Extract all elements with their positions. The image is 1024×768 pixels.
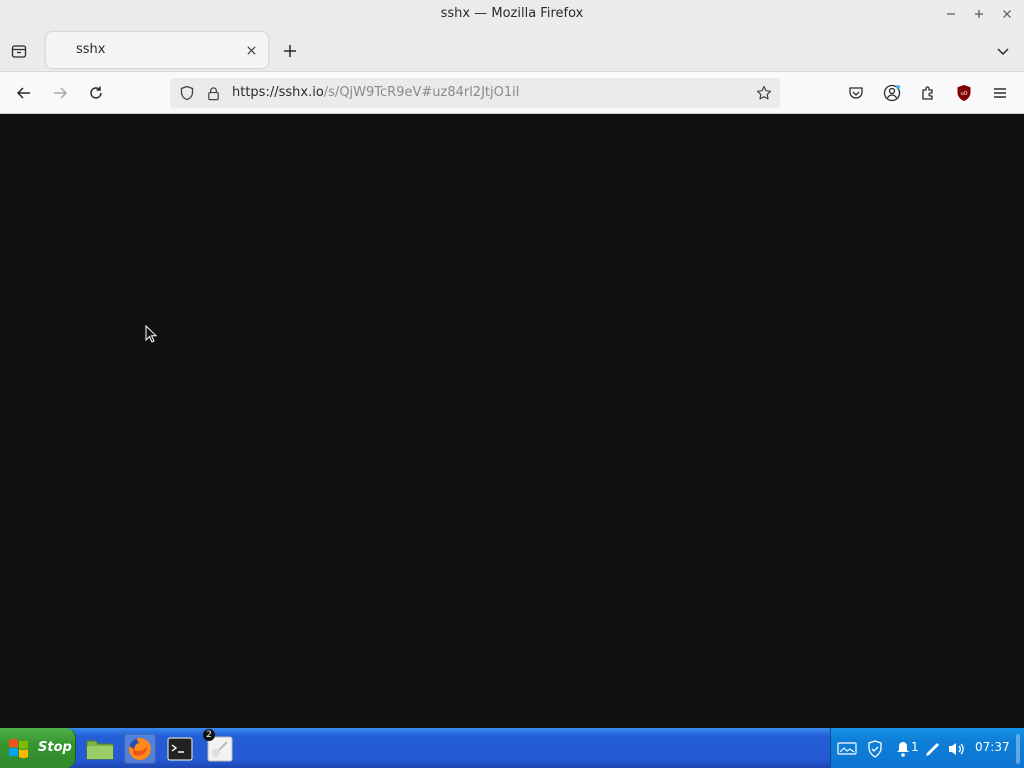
reload-icon	[90, 86, 102, 99]
close-window-button[interactable]	[997, 4, 1017, 24]
url-path: /s/QjW9TcR9eV#uz84rl2JtjO1il	[323, 85, 520, 100]
pen-icon	[926, 743, 939, 756]
volume-icon	[949, 743, 964, 755]
extensions-icon	[922, 86, 933, 100]
network-icon	[837, 742, 857, 755]
notification-badge: 2	[203, 729, 215, 741]
firefox-icon	[128, 738, 151, 760]
account-button[interactable]	[880, 81, 904, 105]
windows-logo-icon	[9, 738, 28, 759]
reload-button[interactable]	[84, 81, 108, 105]
app-menu-button[interactable]	[988, 81, 1012, 105]
file-manager-launcher[interactable]	[84, 734, 116, 764]
site-info-button[interactable]	[204, 84, 222, 102]
close-icon	[1003, 10, 1011, 18]
minimize-button[interactable]	[941, 4, 961, 24]
navigation-bar: https://sshx.io/s/QjW9TcR9eV#uz84rl2JtjO…	[0, 72, 1024, 114]
terminal-launcher[interactable]	[164, 734, 196, 764]
system-tray: 1 07:37	[830, 728, 1024, 768]
start-label: Stop	[38, 740, 72, 755]
mouse-cursor-icon	[145, 325, 157, 343]
window-title: sshx — Mozilla Firefox	[440, 6, 584, 21]
firefox-launcher[interactable]	[124, 734, 156, 764]
tabs-dropdown-icon	[997, 48, 1009, 56]
terminal-icon	[167, 737, 193, 761]
security-tray-button[interactable]	[865, 740, 885, 758]
file-manager-icon	[86, 740, 114, 760]
new-tab-icon	[284, 45, 296, 57]
url-host: https://sshx.io	[232, 85, 324, 100]
pocket-button[interactable]	[844, 81, 868, 105]
list-all-tabs-button[interactable]	[992, 40, 1014, 62]
page-content[interactable]	[0, 114, 1024, 728]
ublock-icon[interactable]: uO	[956, 84, 972, 102]
star-icon	[756, 85, 772, 100]
menu-icon	[994, 88, 1006, 98]
forward-icon	[54, 87, 68, 99]
screen: sshx — Mozilla Firefox sshx https://sshx…	[0, 0, 1024, 768]
firefox-view-button[interactable]	[8, 40, 30, 62]
svg-text:uO: uO	[960, 91, 967, 97]
notification-icon	[897, 742, 909, 757]
tab-strip: sshx	[0, 28, 1024, 72]
extensions-button[interactable]	[916, 81, 940, 105]
lock-icon	[207, 86, 219, 100]
security-icon	[868, 740, 882, 758]
tracking-protection-button[interactable]	[178, 84, 196, 102]
clock[interactable]: 07:37	[975, 740, 1010, 754]
forward-button[interactable]	[48, 81, 72, 105]
tab-sshx[interactable]: sshx	[46, 32, 268, 68]
url-text[interactable]: https://sshx.io/s/QjW9TcR9eV#uz84rl2JtjO…	[232, 85, 519, 100]
back-button[interactable]	[12, 81, 36, 105]
show-desktop-button[interactable]	[1016, 734, 1020, 764]
tray-count: 1	[911, 740, 919, 754]
network-tray-button[interactable]	[837, 740, 857, 758]
taskbar: Stop 2 1 07:37	[0, 728, 1024, 768]
back-icon	[16, 87, 30, 99]
minimize-icon	[947, 13, 955, 15]
bookmark-button[interactable]	[754, 83, 774, 103]
notifications-tray-button[interactable]	[893, 740, 913, 758]
start-button[interactable]: Stop	[0, 728, 76, 768]
url-bar[interactable]: https://sshx.io/s/QjW9TcR9eV#uz84rl2JtjO…	[170, 78, 780, 108]
shield-icon	[180, 85, 194, 101]
tab-label: sshx	[76, 42, 106, 57]
list-all-tabs-icon	[11, 45, 27, 58]
maximize-button[interactable]	[969, 4, 989, 24]
new-tab-button[interactable]	[279, 40, 301, 62]
volume-tray-button[interactable]	[947, 740, 967, 758]
pen-tray-button[interactable]	[923, 740, 943, 758]
close-tab-icon	[246, 45, 256, 55]
account-icon	[883, 84, 901, 102]
close-tab-button[interactable]	[242, 41, 260, 59]
window-titlebar[interactable]: sshx — Mozilla Firefox	[0, 0, 1024, 28]
pocket-icon	[849, 87, 863, 99]
maximize-icon	[975, 10, 983, 18]
